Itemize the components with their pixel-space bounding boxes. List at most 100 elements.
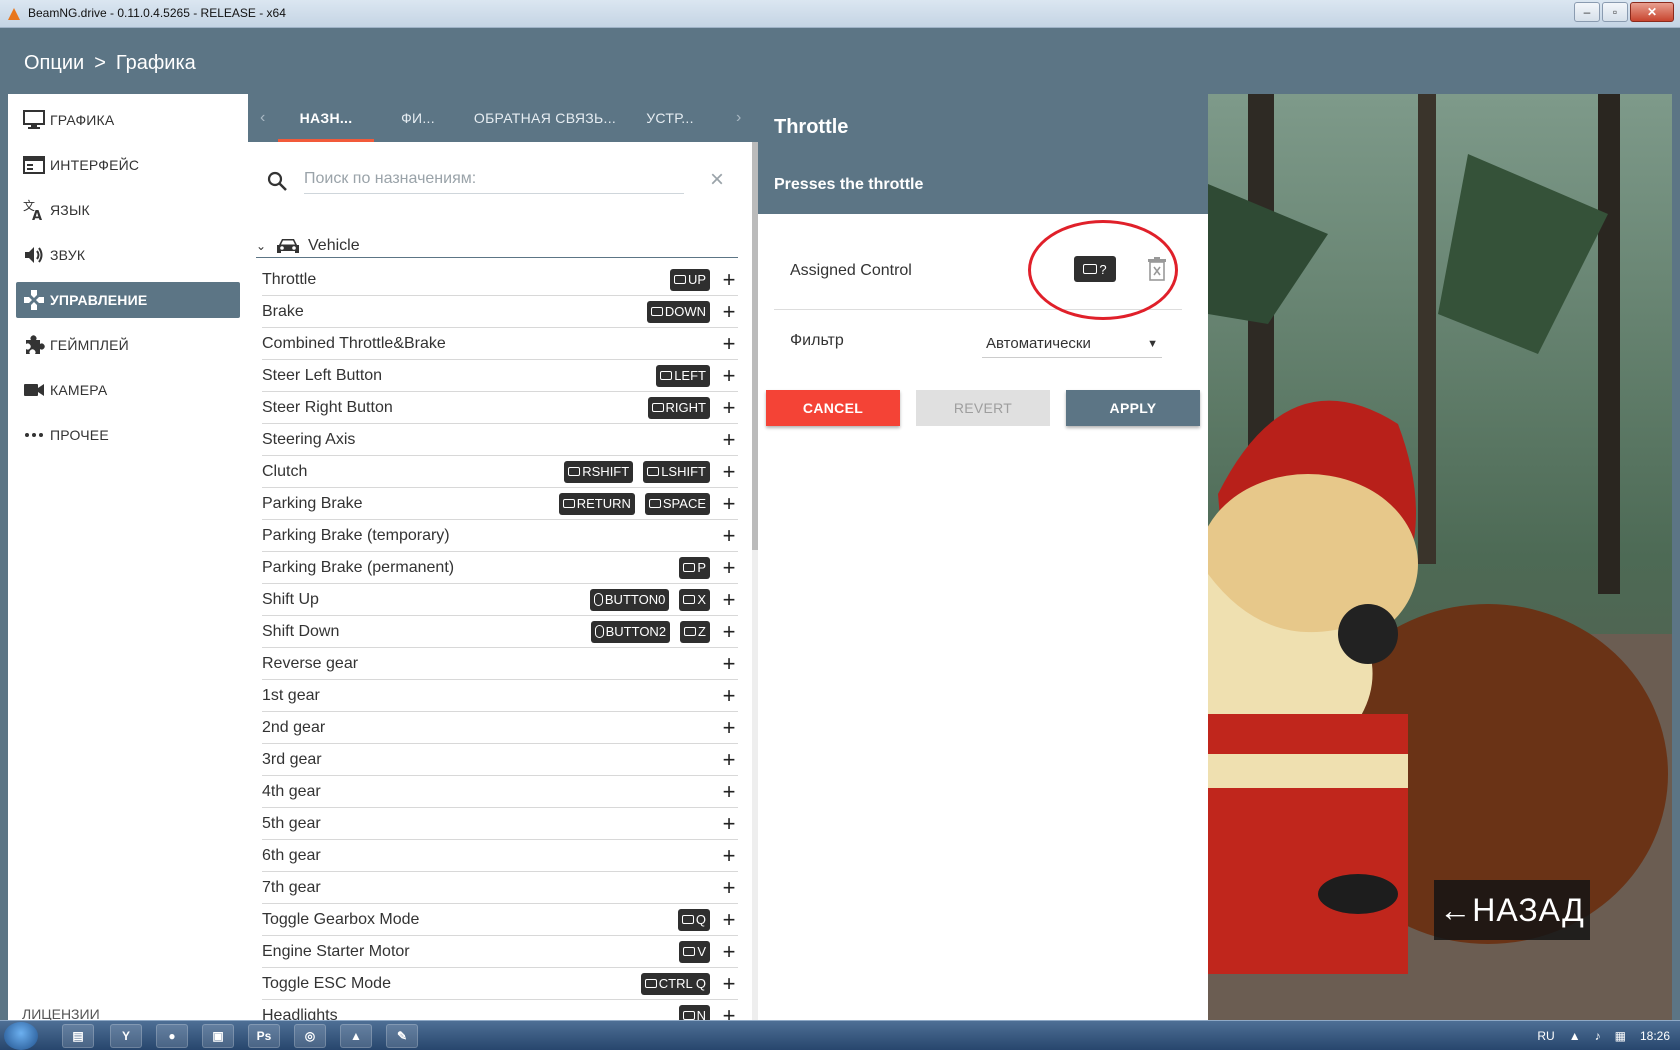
sidebar-item-sound[interactable]: ЗВУК <box>16 237 240 273</box>
binding-row[interactable]: 5th gear + <box>262 808 738 840</box>
add-binding-icon[interactable]: + <box>720 940 738 962</box>
apply-button[interactable]: APPLY <box>1066 390 1200 426</box>
back-button[interactable]: ←НАЗАД <box>1434 880 1590 940</box>
binding-key-chip[interactable]: DOWN <box>646 300 710 323</box>
clear-search-icon[interactable]: × <box>710 166 724 194</box>
tab-devices[interactable]: УСТР... <box>638 94 702 142</box>
app-taskbar-icon[interactable]: ▣ <box>202 1024 234 1048</box>
binding-row[interactable]: Parking Brake RETURN SPACE + <box>262 488 738 520</box>
add-binding-icon[interactable]: + <box>720 876 738 898</box>
add-binding-icon[interactable]: + <box>720 556 738 578</box>
media-taskbar-icon[interactable]: ● <box>156 1024 188 1048</box>
add-binding-icon[interactable]: + <box>720 268 738 290</box>
add-binding-icon[interactable]: + <box>720 300 738 322</box>
binding-key-chip[interactable]: RETURN <box>558 492 635 515</box>
binding-row[interactable]: Toggle ESC Mode CTRL Q + <box>262 968 738 1000</box>
binding-row[interactable]: Parking Brake (permanent) P + <box>262 552 738 584</box>
add-binding-icon[interactable]: + <box>720 972 738 994</box>
binding-row[interactable]: Toggle Gearbox Mode Q + <box>262 904 738 936</box>
add-binding-icon[interactable]: + <box>720 812 738 834</box>
add-binding-icon[interactable]: + <box>720 780 738 802</box>
binding-row[interactable]: Parking Brake (temporary) + <box>262 520 738 552</box>
tray-arrow-icon[interactable]: ▲ <box>1569 1029 1581 1043</box>
add-binding-icon[interactable]: + <box>720 716 738 738</box>
minimize-button[interactable]: – <box>1574 2 1600 22</box>
binding-row[interactable]: Clutch RSHIFT LSHIFT + <box>262 456 738 488</box>
binding-row[interactable]: Shift Down BUTTON2 Z + <box>262 616 738 648</box>
binding-key-chip[interactable]: BUTTON0 <box>589 588 670 611</box>
add-binding-icon[interactable]: + <box>720 620 738 642</box>
sidebar-item-interface[interactable]: ИНТЕРФЕЙС <box>16 147 240 183</box>
sidebar-item-graphics[interactable]: ГРАФИКА <box>16 102 240 138</box>
add-binding-icon[interactable]: + <box>720 908 738 930</box>
binding-key-chip[interactable]: CTRL Q <box>640 972 710 995</box>
breadcrumb-root[interactable]: Опции <box>24 52 84 75</box>
binding-row[interactable]: Steer Left Button LEFT + <box>262 360 738 392</box>
add-binding-icon[interactable]: + <box>720 364 738 386</box>
add-binding-icon[interactable]: + <box>720 844 738 866</box>
binding-key-chip[interactable]: Q <box>677 908 710 931</box>
add-binding-icon[interactable]: + <box>720 588 738 610</box>
binding-row[interactable]: Reverse gear + <box>262 648 738 680</box>
add-binding-icon[interactable]: + <box>720 684 738 706</box>
binding-key-chip[interactable]: V <box>679 940 710 963</box>
tab-filters[interactable]: ФИ... <box>390 94 446 142</box>
sidebar-item-controls[interactable]: УПРАВЛЕНИЕ <box>16 282 240 318</box>
search-input[interactable] <box>304 164 684 194</box>
binding-key-chip[interactable]: P <box>679 556 710 579</box>
photoshop-taskbar-icon[interactable]: Ps <box>248 1024 280 1048</box>
binding-key-chip[interactable]: SPACE <box>644 492 710 515</box>
binding-row[interactable]: Throttle UP + <box>262 264 738 296</box>
paint-taskbar-icon[interactable]: ✎ <box>386 1024 418 1048</box>
filter-select[interactable]: Автоматически ▼ <box>982 330 1162 358</box>
add-binding-icon[interactable]: + <box>720 748 738 770</box>
cancel-button[interactable]: CANCEL <box>766 390 900 426</box>
tab-force-feedback[interactable]: ОБРАТНАЯ СВЯЗЬ... <box>470 94 620 142</box>
binding-key-chip[interactable]: UP <box>669 268 710 291</box>
binding-row[interactable]: 4th gear + <box>262 776 738 808</box>
add-binding-icon[interactable]: + <box>720 492 738 514</box>
binding-row[interactable]: Steering Axis + <box>262 424 738 456</box>
add-binding-icon[interactable]: + <box>720 396 738 418</box>
binding-row[interactable]: 2nd gear + <box>262 712 738 744</box>
network-icon[interactable]: ▦ <box>1615 1029 1626 1043</box>
binding-key-chip[interactable]: RSHIFT <box>564 460 634 483</box>
volume-icon[interactable]: ♪ <box>1595 1029 1601 1043</box>
add-binding-icon[interactable]: + <box>720 524 738 546</box>
binding-row[interactable]: Combined Throttle&Brake + <box>262 328 738 360</box>
beamng-taskbar-icon[interactable]: ▲ <box>340 1024 372 1048</box>
binding-row[interactable]: 7th gear + <box>262 872 738 904</box>
binding-row[interactable]: Shift Up BUTTON0 X + <box>262 584 738 616</box>
tab-bindings[interactable]: НАЗН... <box>284 94 368 142</box>
tabs-right-arrow-icon[interactable]: › <box>736 94 741 142</box>
yandex-taskbar-icon[interactable]: Y <box>110 1024 142 1048</box>
language-indicator[interactable]: RU <box>1537 1029 1554 1043</box>
binding-row[interactable]: Engine Starter Motor V + <box>262 936 738 968</box>
add-binding-icon[interactable]: + <box>720 428 738 450</box>
start-button[interactable] <box>4 1022 38 1050</box>
binding-row[interactable]: Brake DOWN + <box>262 296 738 328</box>
add-binding-icon[interactable]: + <box>720 460 738 482</box>
binding-row[interactable]: Steer Right Button RIGHT + <box>262 392 738 424</box>
binding-key-chip[interactable]: LSHIFT <box>643 460 710 483</box>
tabs-left-arrow-icon[interactable]: ‹ <box>260 94 265 142</box>
sidebar-item-camera[interactable]: КАМЕРА <box>16 372 240 408</box>
binding-row[interactable]: 1st gear + <box>262 680 738 712</box>
maximize-button[interactable]: ▫ <box>1602 2 1628 22</box>
binding-row[interactable]: 6th gear + <box>262 840 738 872</box>
revert-button[interactable]: REVERT <box>916 390 1050 426</box>
tool-taskbar-icon[interactable]: ◎ <box>294 1024 326 1048</box>
sidebar-item-gameplay[interactable]: ГЕЙМПЛЕЙ <box>16 327 240 363</box>
binding-key-chip[interactable]: Z <box>680 620 710 643</box>
add-binding-icon[interactable]: + <box>720 652 738 674</box>
binding-key-chip[interactable]: X <box>679 588 710 611</box>
binding-key-chip[interactable]: LEFT <box>656 364 710 387</box>
add-binding-icon[interactable]: + <box>720 332 738 354</box>
binding-key-chip[interactable]: BUTTON2 <box>590 620 671 643</box>
clock[interactable]: 18:26 <box>1640 1029 1670 1043</box>
explorer-taskbar-icon[interactable]: ▤ <box>62 1024 94 1048</box>
close-window-button[interactable]: ✕ <box>1630 2 1674 22</box>
binding-row[interactable]: 3rd gear + <box>262 744 738 776</box>
sidebar-item-other[interactable]: ПРОЧЕЕ <box>16 417 240 453</box>
binding-key-chip[interactable]: RIGHT <box>647 396 710 419</box>
